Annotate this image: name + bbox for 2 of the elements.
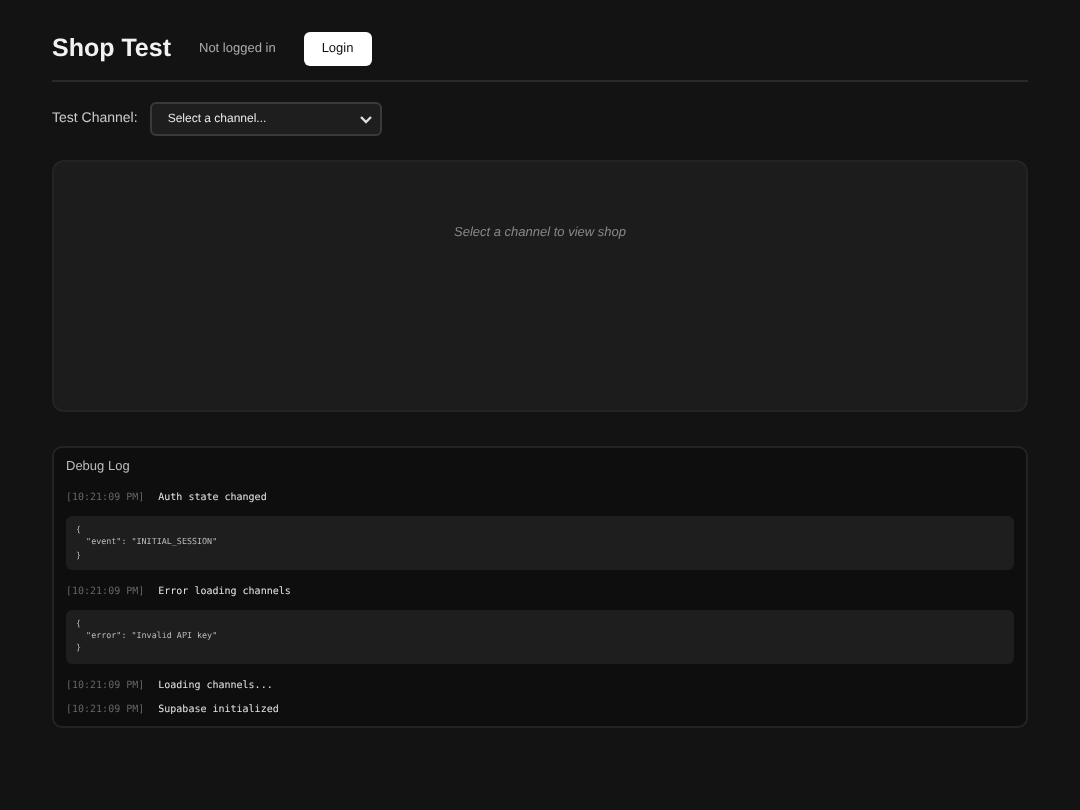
chevron-icon [359,115,372,123]
page-title: Shop Test [52,34,171,62]
